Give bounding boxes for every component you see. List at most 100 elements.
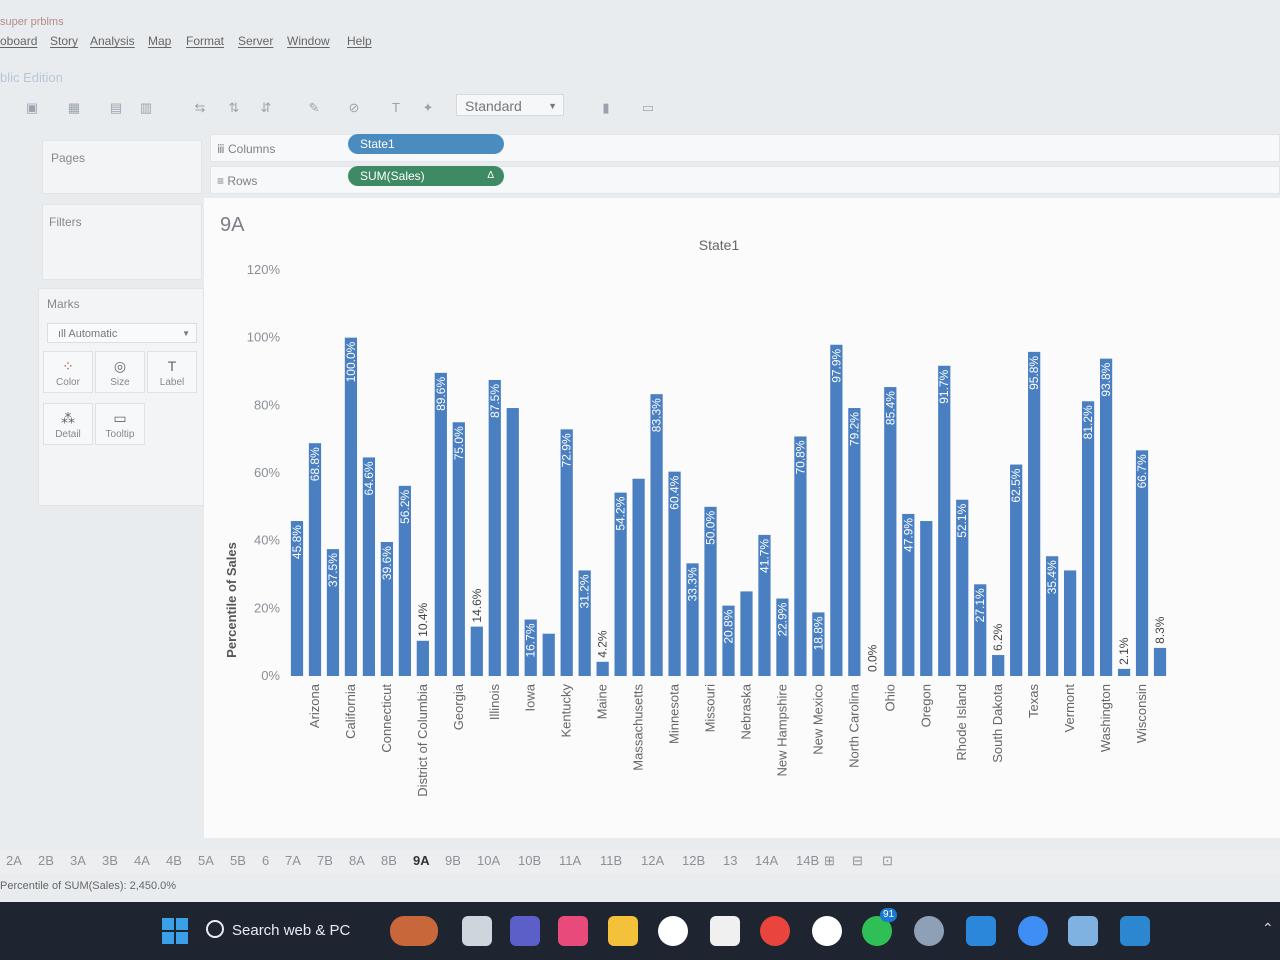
dell-icon[interactable] (658, 916, 688, 946)
menu-dashboard[interactable]: oboard (0, 34, 37, 48)
sheet-tab-10b[interactable]: 10B (518, 853, 541, 868)
bar[interactable] (506, 408, 519, 676)
swap-icon[interactable]: ⇆ (190, 98, 210, 118)
bar[interactable] (488, 379, 501, 676)
sheet-tab-8b[interactable]: 8B (381, 853, 397, 868)
sheet-tab-5a[interactable]: 5A (198, 853, 214, 868)
sheet-tab-12b[interactable]: 12B (682, 853, 705, 868)
bar[interactable] (1063, 570, 1077, 676)
widgets-icon[interactable] (390, 916, 438, 946)
sum-sales-pill[interactable]: SUM(Sales) Δ (348, 166, 504, 186)
highlight-icon[interactable]: ✎ (304, 98, 324, 118)
bar[interactable] (1081, 401, 1095, 676)
new-worksheet-icon[interactable]: ⊞ (824, 853, 835, 869)
sheet-tab-8a[interactable]: 8A (349, 853, 365, 868)
menu-format[interactable]: Format (186, 34, 224, 48)
sheet-tab-6[interactable]: 6 (262, 853, 269, 868)
edge-icon[interactable] (1018, 916, 1048, 946)
menu-map[interactable]: Map (148, 34, 171, 48)
sheet-tab-13[interactable]: 13 (723, 853, 737, 868)
store-icon[interactable] (710, 916, 740, 946)
file-explorer-icon[interactable] (608, 916, 638, 946)
new-dashboard-icon[interactable]: ⊟ (852, 853, 863, 869)
bar[interactable] (1028, 351, 1041, 676)
bar[interactable] (938, 365, 951, 676)
bar[interactable] (992, 655, 1005, 676)
bar[interactable] (1099, 358, 1113, 676)
filters-card[interactable]: Filters (42, 204, 202, 280)
show-me-icon[interactable]: ▮ (596, 98, 616, 118)
bar[interactable] (596, 661, 609, 676)
bar[interactable] (416, 640, 429, 676)
settings-gear-icon[interactable] (914, 916, 944, 946)
sort-descending-icon[interactable]: ⇵ (256, 98, 276, 118)
size-card[interactable]: ◎ Size (95, 351, 145, 393)
sheet-tab-14b[interactable]: 14B (796, 853, 819, 868)
save-icon[interactable]: ▣ (22, 98, 42, 118)
sheet-tab-10a[interactable]: 10A (477, 853, 500, 868)
sheet-tab-9b[interactable]: 9B (445, 853, 461, 868)
bar[interactable] (344, 337, 358, 676)
menu-story[interactable]: Story (50, 34, 78, 48)
detail-card[interactable]: ⁂ Detail (43, 403, 93, 445)
chrome-icon[interactable] (760, 916, 790, 946)
bar[interactable] (884, 387, 897, 676)
taskbar-search[interactable]: Search web & PC (206, 918, 366, 944)
color-card[interactable]: ⁘ Color (43, 351, 93, 393)
sheet-tab-12a[interactable]: 12A (641, 853, 664, 868)
sheet-tab-3a[interactable]: 3A (70, 853, 86, 868)
group-icon[interactable]: ⊘ (344, 98, 364, 118)
tableau-icon[interactable] (1068, 916, 1098, 946)
sheet-tab-4b[interactable]: 4B (166, 853, 182, 868)
bar[interactable] (434, 372, 447, 676)
chevron-up-icon[interactable]: ⌃ (1262, 920, 1274, 937)
bar[interactable] (830, 344, 843, 676)
sheet-tab-11a[interactable]: 11A (559, 853, 581, 868)
copilot-icon[interactable] (558, 916, 588, 946)
presentation-icon[interactable]: ▭ (638, 98, 658, 118)
new-datasource-icon[interactable]: ▦ (64, 98, 84, 118)
mark-type-select[interactable]: ıll Automatic ▼ (47, 323, 197, 343)
show-labels-icon[interactable]: T (386, 98, 406, 118)
bar[interactable] (1117, 668, 1131, 676)
task-view-icon[interactable] (462, 916, 492, 946)
teams-icon[interactable] (510, 916, 540, 946)
bar[interactable] (632, 478, 645, 676)
bar[interactable] (542, 633, 555, 676)
menu-window[interactable]: Window (287, 34, 330, 48)
fix-axes-icon[interactable]: ✦ (418, 98, 438, 118)
chatgpt-icon[interactable] (812, 916, 842, 946)
state-pill[interactable]: State1 (348, 134, 504, 154)
sheet-tab-4a[interactable]: 4A (134, 853, 150, 868)
whatsapp-icon[interactable]: 91 (862, 908, 898, 946)
sheet-tab-3b[interactable]: 3B (102, 853, 118, 868)
windows-start-icon[interactable] (160, 916, 190, 946)
fit-select[interactable]: Standard ▼ (456, 94, 564, 116)
duplicate-sheet-icon[interactable]: ▤ (106, 98, 126, 118)
sheet-tab-2b[interactable]: 2B (38, 853, 54, 868)
sort-ascending-icon[interactable]: ⇅ (224, 98, 244, 118)
sheet-tab-7b[interactable]: 7B (317, 853, 333, 868)
bar[interactable] (920, 521, 933, 676)
photos-icon[interactable] (1120, 916, 1150, 946)
tooltip-card[interactable]: ▭ Tooltip (95, 403, 145, 445)
bar[interactable] (740, 591, 753, 676)
menu-analysis[interactable]: Analysis (90, 34, 135, 48)
menu-server[interactable]: Server (238, 34, 273, 48)
pages-card[interactable]: Pages (42, 140, 202, 194)
clear-sheet-icon[interactable]: ▥ (136, 98, 156, 118)
sheet-tab-9a[interactable]: 9A (413, 853, 430, 868)
menu-help[interactable]: Help (347, 34, 372, 48)
bar[interactable] (470, 626, 483, 676)
sheet-tab-7a[interactable]: 7A (285, 853, 301, 868)
vscode-icon[interactable] (966, 916, 996, 946)
sheet-tab-11b[interactable]: 11B (600, 853, 622, 868)
label-card[interactable]: T Label (147, 351, 197, 393)
sheet-tab-14a[interactable]: 14A (755, 853, 778, 868)
new-story-icon[interactable]: ⊡ (882, 853, 893, 869)
bar[interactable] (650, 394, 663, 676)
sheet-tab-5b[interactable]: 5B (230, 853, 246, 868)
bar[interactable] (848, 408, 861, 676)
sheet-tab-2a[interactable]: 2A (6, 853, 22, 868)
bar[interactable] (1153, 647, 1167, 676)
